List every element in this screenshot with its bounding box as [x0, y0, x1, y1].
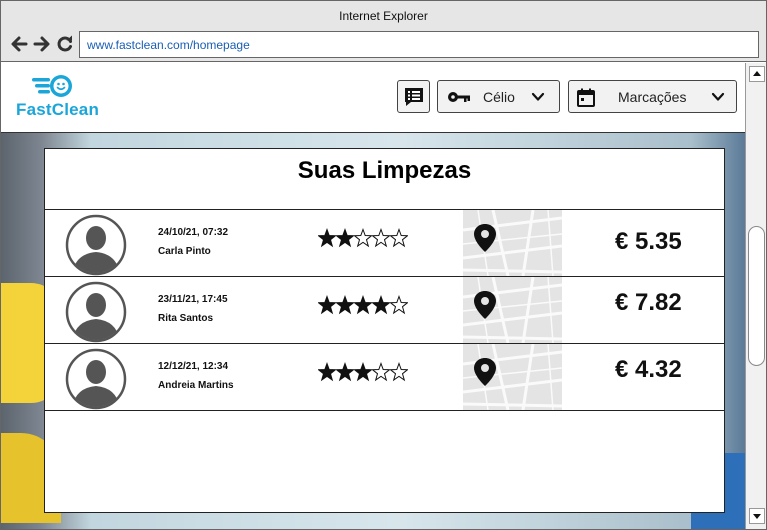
star-filled-icon — [336, 362, 354, 382]
cleaner-name: Carla Pinto — [158, 246, 211, 257]
star-filled-icon — [354, 362, 372, 382]
chevron-down-icon — [711, 92, 725, 101]
avatar-icon — [64, 348, 128, 410]
cleaning-datetime: 24/10/21, 07:32 — [158, 227, 229, 238]
page-title: Suas Limpezas — [45, 149, 724, 210]
appointments-label: Marcações — [618, 89, 687, 105]
arrow-up-icon — [753, 71, 761, 76]
rating-stars — [318, 228, 408, 250]
calendar-icon — [577, 88, 595, 107]
forward-arrow-icon[interactable] — [32, 34, 52, 54]
star-filled-icon — [318, 228, 336, 248]
star-filled-icon — [318, 295, 336, 315]
reload-icon[interactable] — [55, 34, 75, 54]
avatar-icon — [64, 214, 128, 276]
rating-stars — [318, 295, 408, 317]
scroll-down-button[interactable] — [749, 508, 765, 524]
arrow-down-icon — [753, 514, 761, 519]
scroll-up-button[interactable] — [749, 66, 765, 82]
url-input[interactable] — [79, 31, 759, 58]
vertical-scrollbar[interactable] — [745, 63, 766, 529]
star-filled-icon — [336, 295, 354, 315]
avatar-icon — [64, 281, 128, 343]
back-arrow-icon[interactable] — [9, 34, 29, 54]
star-empty-icon — [390, 362, 408, 382]
cleanings-panel: Suas Limpezas 24/10/21, 07:32 Carla Pint… — [44, 148, 725, 513]
window-title: Internet Explorer — [1, 1, 766, 29]
cleaner-name: Andreia Martins — [158, 380, 234, 391]
address-bar — [1, 29, 766, 62]
key-icon — [448, 92, 470, 102]
star-filled-icon — [372, 295, 390, 315]
star-empty-icon — [390, 228, 408, 248]
location-map[interactable] — [463, 210, 562, 276]
map-pin-icon — [463, 277, 562, 343]
fastclean-logo[interactable]: FastClean — [16, 73, 111, 123]
cleaning-datetime: 23/11/21, 17:45 — [158, 294, 228, 305]
star-filled-icon — [318, 362, 336, 382]
appointments-menu-button[interactable]: Marcações — [568, 80, 737, 113]
logo-text: FastClean — [16, 100, 100, 119]
cleaning-row[interactable]: 24/10/21, 07:32 Carla Pinto € 5.35 — [45, 210, 724, 277]
rating-stars — [318, 362, 408, 384]
star-filled-icon — [354, 295, 372, 315]
list-icon — [404, 87, 423, 106]
star-empty-icon — [372, 228, 390, 248]
cleaning-price: € 7.82 — [615, 289, 682, 316]
chevron-down-icon — [531, 92, 545, 101]
cleaning-row[interactable]: 12/12/21, 12:34 Andreia Martins € 4.32 — [45, 344, 724, 411]
star-filled-icon — [336, 228, 354, 248]
top-navigation: FastClean Célio Marcações — [1, 63, 745, 133]
user-name-label: Célio — [483, 89, 515, 105]
star-empty-icon — [372, 362, 390, 382]
map-pin-icon — [463, 344, 562, 410]
cleaning-datetime: 12/12/21, 12:34 — [158, 361, 229, 372]
page-viewport: FastClean Célio Marcações Suas Limpezas … — [1, 63, 745, 529]
cleaner-name: Rita Santos — [158, 313, 214, 324]
star-empty-icon — [390, 295, 408, 315]
cleaning-row[interactable]: 23/11/21, 17:45 Rita Santos € 7.82 — [45, 277, 724, 344]
menu-button[interactable] — [397, 80, 430, 113]
map-pin-icon — [463, 210, 562, 276]
scroll-thumb[interactable] — [748, 226, 765, 366]
cleaning-price: € 5.35 — [615, 228, 682, 255]
location-map[interactable] — [463, 344, 562, 410]
user-menu-button[interactable]: Célio — [437, 80, 560, 113]
star-empty-icon — [354, 228, 372, 248]
cleaning-price: € 4.32 — [615, 356, 682, 383]
logo-bubble-icon — [32, 75, 72, 97]
browser-window: Internet Explorer www.fastclean.com/home… — [0, 0, 767, 530]
location-map[interactable] — [463, 277, 562, 343]
